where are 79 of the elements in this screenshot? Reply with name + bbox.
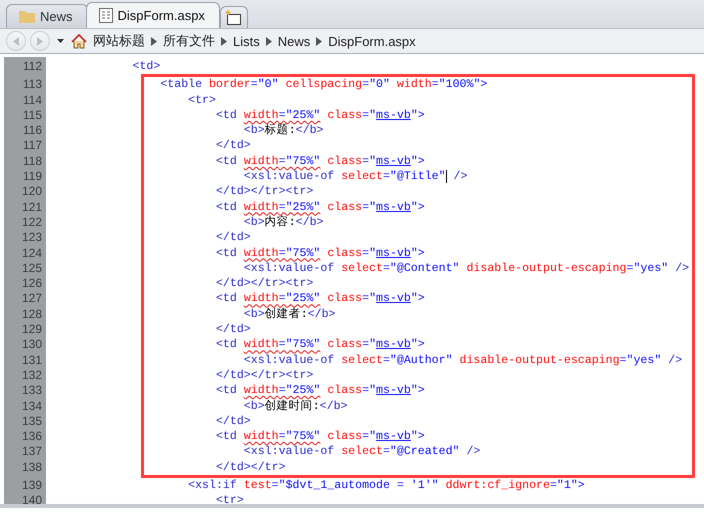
new-tab-icon: [225, 10, 242, 25]
code-line: </td>: [214, 138, 251, 154]
code-line: <td width="75%" class="ms-vb">: [214, 154, 425, 170]
chevron-icon: [221, 36, 227, 46]
code-line: <td width="25%" class="ms-vb">: [214, 291, 425, 307]
breadcrumb-item[interactable]: DispForm.aspx: [326, 34, 418, 48]
code-line: <b>内容:</b>: [242, 214, 324, 230]
line-number: 115: [22, 108, 43, 124]
code-line: <td width="75%" class="ms-vb">: [214, 429, 425, 444]
text-cursor: [446, 170, 447, 184]
dropdown-caret-icon[interactable]: [57, 39, 64, 43]
line-number: 128: [20, 306, 43, 322]
home-icon[interactable]: [71, 34, 87, 48]
line-number: 116: [22, 123, 43, 138]
code-line: <tr>: [187, 92, 216, 108]
code-line: <b>标题:</b>: [242, 123, 324, 138]
line-number: 131: [20, 352, 43, 368]
forward-icon: [37, 36, 43, 46]
code-line: <tr>: [214, 493, 244, 509]
line-number: 121: [20, 200, 43, 215]
tab[interactable]: News: [6, 4, 88, 28]
line-number: 134: [20, 398, 43, 414]
code-line: <b>创建时间:</b>: [242, 398, 348, 414]
line-number: 129: [20, 322, 43, 338]
line-number: 120: [20, 184, 43, 200]
back-icon: [13, 36, 19, 46]
line-number: 118: [22, 154, 43, 170]
code-line: <xsl:if test="$dvt_1_automode = '1'" ddwrt:cf_ignore="1">: [187, 478, 585, 494]
line-number: 126: [20, 276, 43, 292]
code-line: </td>: [214, 322, 251, 338]
breadcrumb-item[interactable]: News: [276, 34, 312, 48]
code-line: <xsl:value-of select="@Content" disable-output-escaping="yes" />: [242, 260, 690, 276]
code-line: </td>: [214, 414, 251, 430]
line-number: 139: [20, 478, 43, 494]
code-line: />: [452, 169, 468, 184]
line-number: 122: [20, 214, 43, 230]
line-number: 140: [20, 493, 43, 509]
code-line: </td></tr>: [214, 460, 286, 476]
line-number: 125: [20, 260, 43, 276]
code-line: </td></tr><tr>: [214, 184, 314, 200]
line-number: 132: [20, 368, 43, 384]
line-number: 117: [22, 138, 43, 154]
chevron-icon: [316, 36, 322, 46]
code-line: <td width="25%" class="ms-vb">: [214, 200, 425, 215]
line-number: 130: [20, 337, 43, 353]
line-number: 137: [20, 444, 43, 460]
code-line: <b>创建者:</b>: [242, 306, 336, 322]
code-line: <td width="75%" class="ms-vb">: [214, 337, 425, 353]
chevron-icon: [151, 36, 157, 46]
line-number: 119: [22, 169, 43, 184]
code-line: <td width="25%" class="ms-vb">: [214, 108, 425, 124]
chevron-icon: [266, 36, 272, 46]
line-number: 135: [20, 414, 43, 430]
code-line: <td width="75%" class="ms-vb">: [214, 246, 425, 261]
code-line: <table border="0" cellspacing="0" width="100%">: [159, 77, 488, 93]
code-line: <td>: [131, 59, 160, 74]
code-line: </td></tr><tr>: [214, 276, 314, 292]
document-icon: [98, 8, 113, 23]
code-line: <xsl:value-of select="@Title": [242, 169, 446, 184]
code-line: <xsl:value-of select="@Created" />: [242, 444, 480, 460]
line-number: 136: [20, 429, 43, 444]
tab[interactable]: DispForm.aspx: [86, 2, 220, 28]
code-line: <xsl:value-of select="@Author" disable-output-escaping="yes" />: [242, 352, 682, 368]
breadcrumb-item[interactable]: 所有文件: [161, 32, 217, 50]
breadcrumb-item[interactable]: Lists: [231, 34, 262, 48]
code-line: </td>: [214, 230, 251, 246]
new-tab-button[interactable]: [220, 6, 248, 28]
line-number: 138: [20, 460, 43, 476]
line-number: 127: [20, 291, 43, 307]
code-line: <td width="25%" class="ms-vb">: [214, 383, 425, 399]
line-number: 133: [20, 383, 43, 399]
line-number: 112: [22, 59, 43, 74]
line-number: 113: [22, 77, 43, 93]
line-number: 124: [20, 246, 43, 261]
line-number: 114: [22, 92, 43, 108]
breadcrumb-item[interactable]: 网站标题: [91, 32, 147, 50]
folder-icon: [19, 10, 35, 23]
line-number: 123: [20, 230, 43, 246]
code-line: </td></tr><tr>: [214, 368, 314, 384]
